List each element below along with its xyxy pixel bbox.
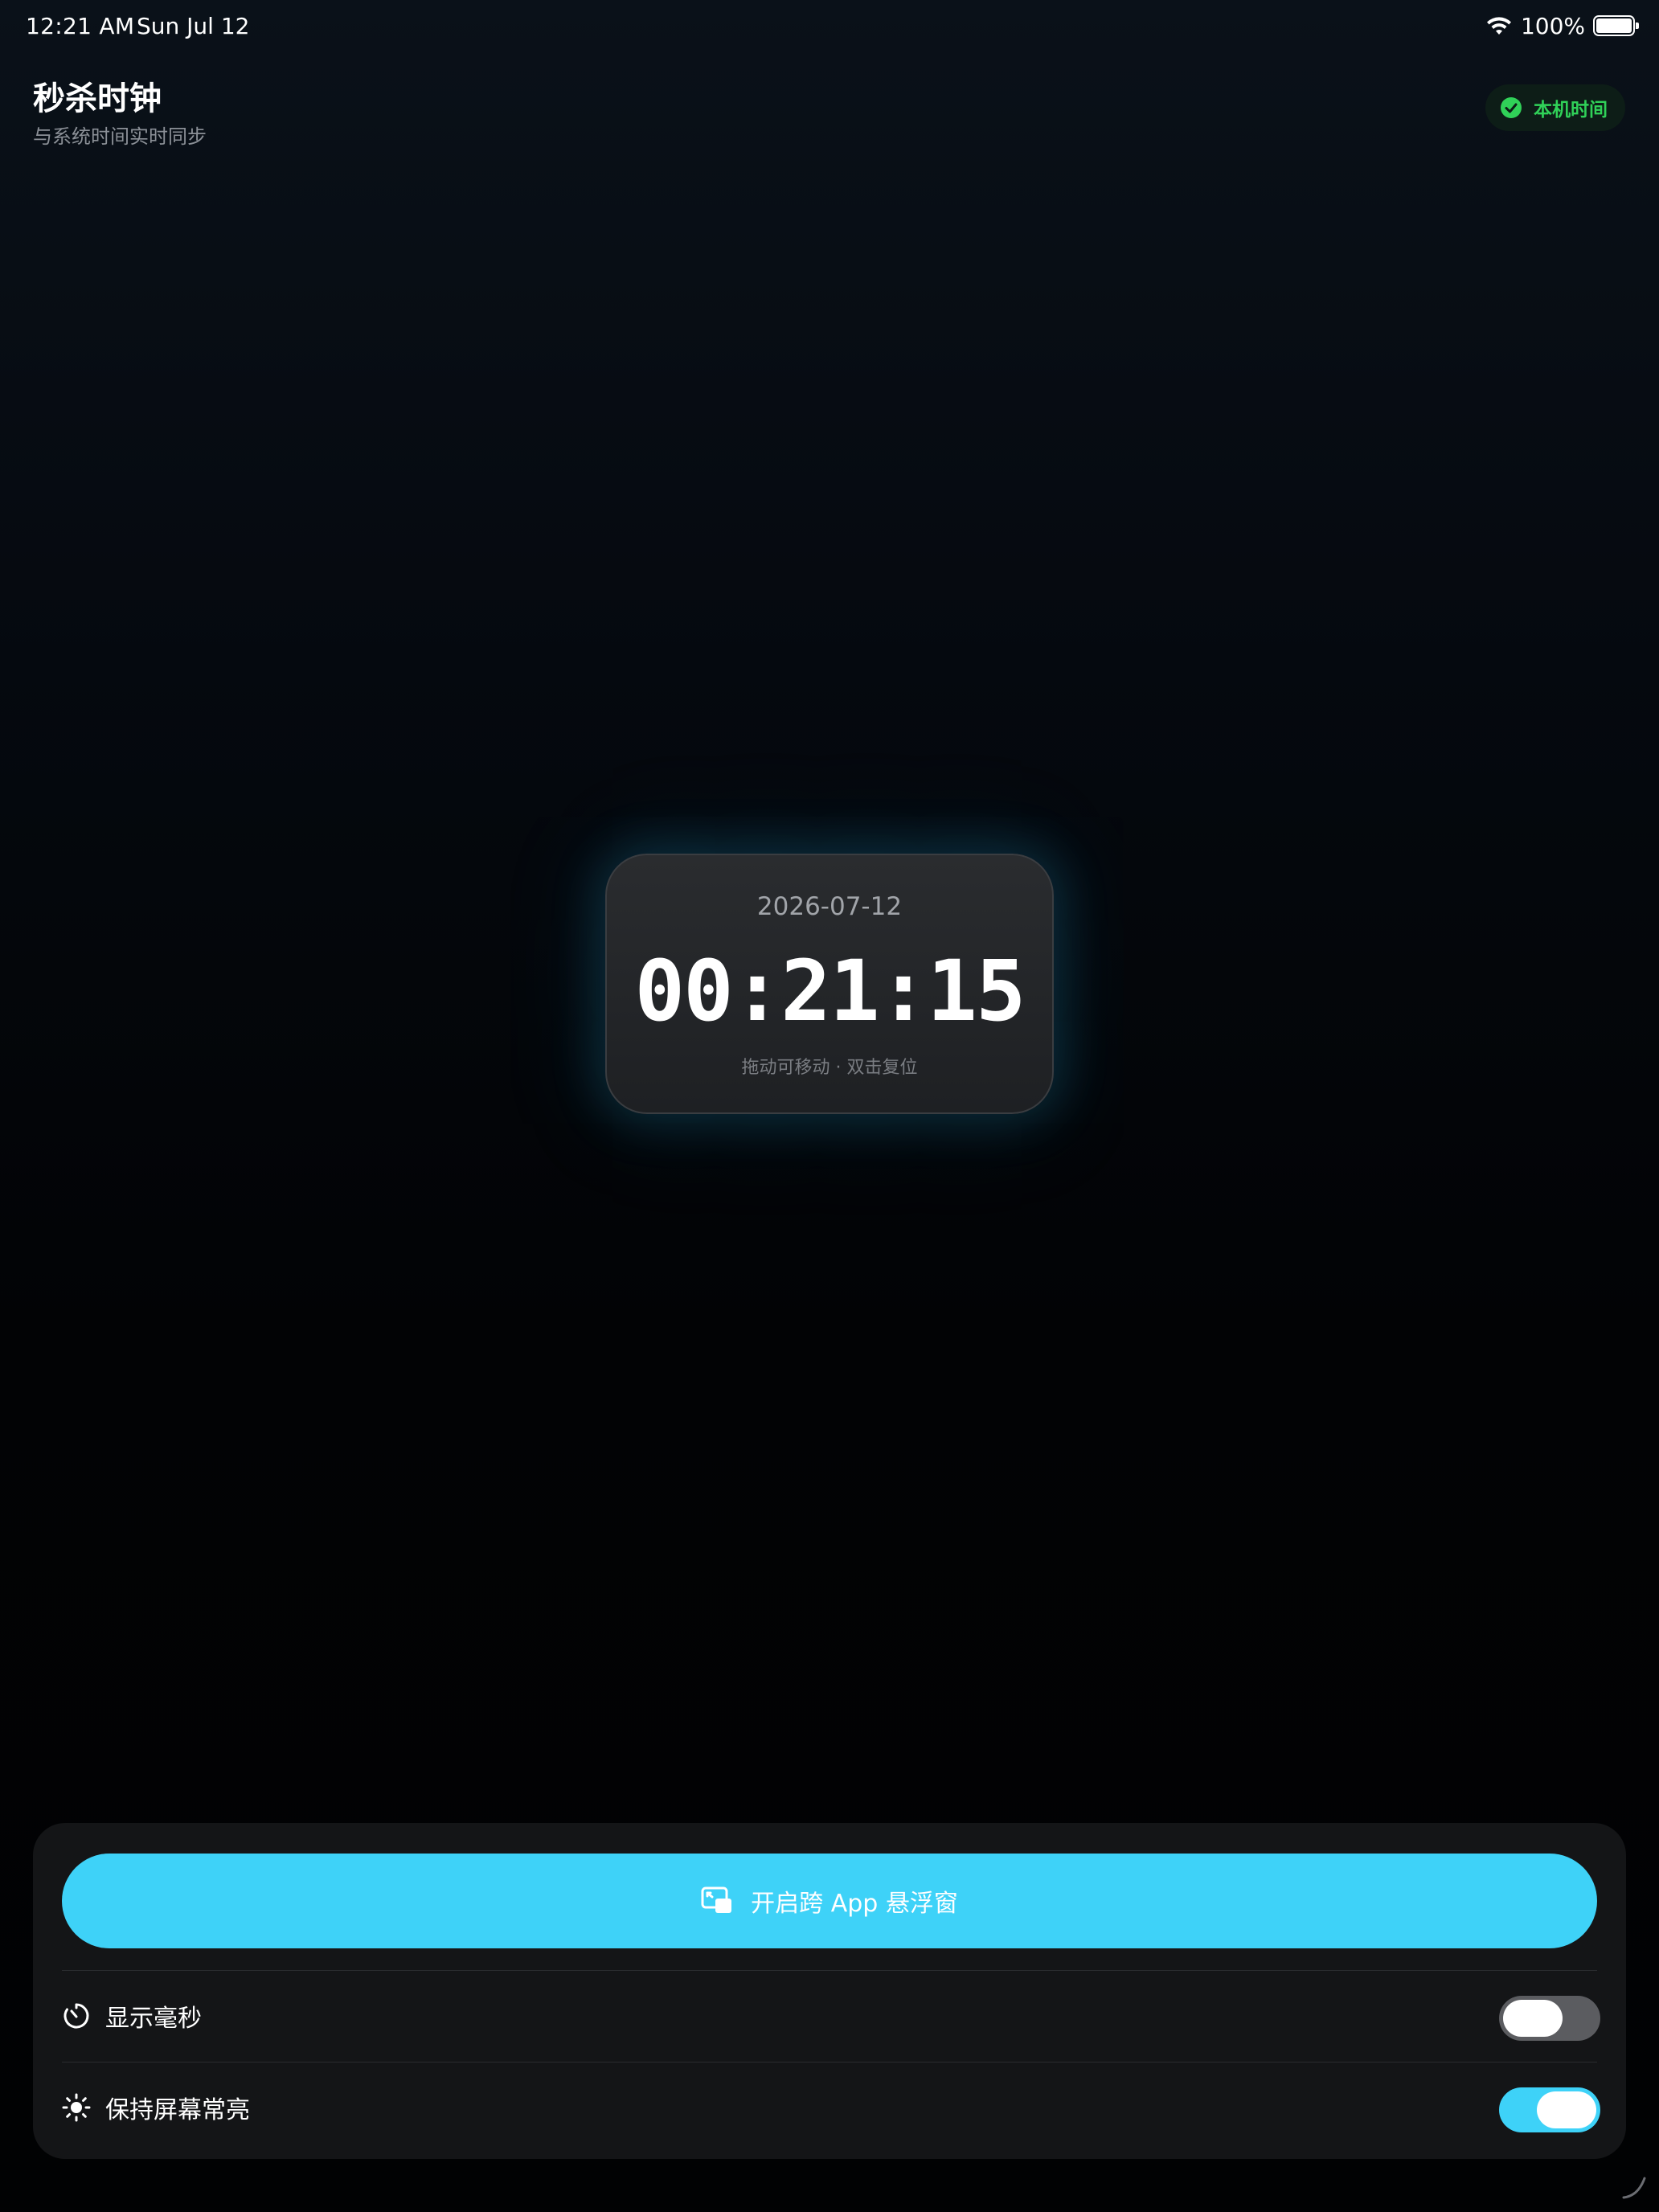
- clock-date: 2026-07-12: [756, 892, 903, 921]
- open-floating-window-label: 开启跨 App 悬浮窗: [751, 1890, 958, 1918]
- resize-handle-icon[interactable]: [1620, 2173, 1648, 2201]
- divider: [62, 1970, 1597, 1971]
- setting-label-show-milliseconds: 显示毫秒: [105, 2005, 202, 2033]
- timer-icon: [63, 2003, 89, 2029]
- battery-percentage: 100%: [1520, 12, 1585, 39]
- status-date: Sun Jul 12: [137, 13, 250, 39]
- picture-in-picture-icon: [701, 1886, 732, 1913]
- open-floating-window-button[interactable]: 开启跨 App 悬浮窗: [62, 1854, 1597, 1948]
- setting-row-show-milliseconds: 显示毫秒: [62, 1972, 1626, 2060]
- clock-time: 00:21:15: [634, 942, 1026, 1040]
- time-source-badge[interactable]: 本机时间: [1485, 84, 1625, 131]
- toggle-knob: [1503, 2000, 1563, 2037]
- toggle-knob: [1537, 2091, 1596, 2128]
- page-title: 秒杀时钟: [33, 80, 162, 117]
- status-bar: 12:21 AM Sun Jul 12 100%: [0, 0, 1659, 53]
- clock-hint: 拖动可移动 · 双击复位: [741, 1058, 918, 1078]
- show-milliseconds-toggle[interactable]: [1499, 1996, 1600, 2041]
- control-panel: 开启跨 App 悬浮窗 显示毫秒 保持屏幕常亮: [33, 1823, 1626, 2159]
- keep-screen-on-toggle[interactable]: [1499, 2087, 1600, 2132]
- setting-row-keep-screen-on: 保持屏幕常亮: [62, 2063, 1626, 2152]
- floating-clock-card[interactable]: 2026-07-12 00:21:15 拖动可移动 · 双击复位: [605, 854, 1054, 1114]
- check-circle-icon: [1501, 97, 1522, 118]
- time-source-label: 本机时间: [1534, 100, 1608, 121]
- app-screen: 12:21 AM Sun Jul 12 100% 秒杀时钟 与系统时间实时同步 …: [0, 0, 1659, 2212]
- sun-icon: [62, 2093, 91, 2122]
- status-time: 12:21 AM: [26, 13, 135, 39]
- wifi-icon: [1486, 17, 1511, 35]
- status-indicators: 100%: [1485, 11, 1639, 40]
- setting-label-keep-screen-on: 保持屏幕常亮: [105, 2096, 250, 2124]
- battery-icon: [1593, 15, 1639, 36]
- page-subtitle: 与系统时间实时同步: [33, 125, 207, 148]
